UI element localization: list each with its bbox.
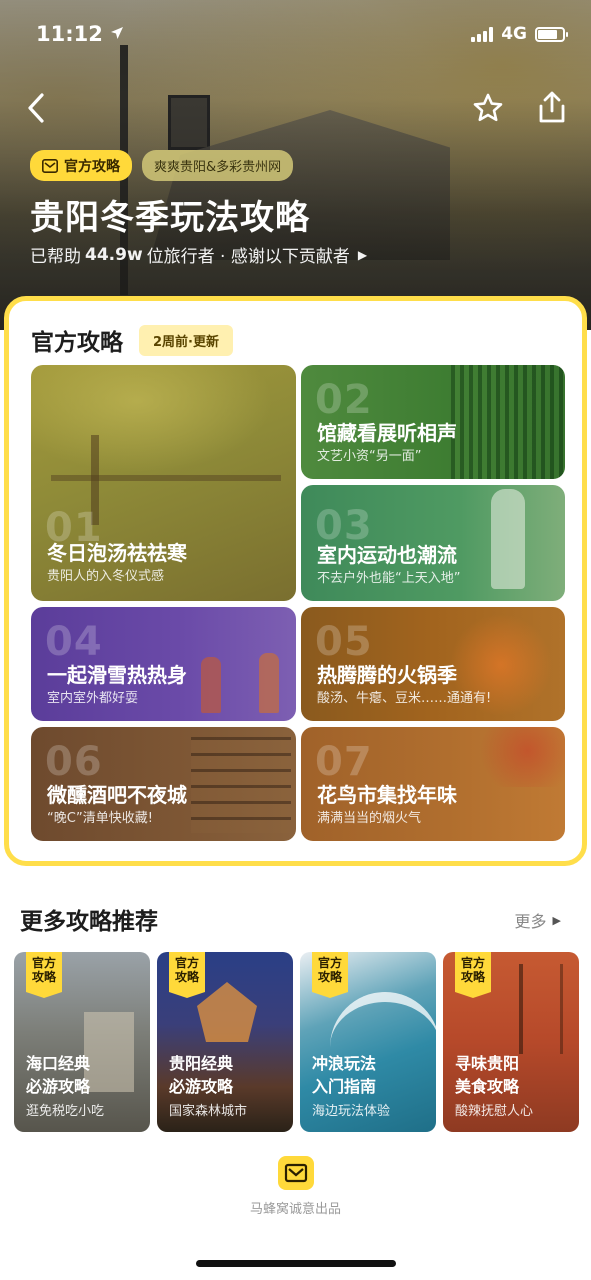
rec-title-line1: 寻味贵阳 [455, 1054, 520, 1073]
rec-title: 冲浪玩法 入门指南 [312, 1052, 432, 1098]
tile-title: 热腾腾的火锅季 [317, 663, 457, 687]
official-badge: 官方 攻略 [169, 952, 205, 998]
tile-subtitle: 满满当当的烟火气 [317, 811, 422, 826]
status-time: 11:12 [36, 22, 124, 46]
guide-tile-hot-spring[interactable]: 01 冬日泡汤祛祛寒 贵阳人的入冬仪式感 [31, 365, 296, 601]
guide-tile-skiing[interactable]: 04 一起滑雪热热身 室内室外都好耍 [31, 607, 296, 721]
tile-subtitle: 酸汤、牛瘪、豆米……通通有! [317, 691, 492, 706]
rec-photo-calligraphy [519, 964, 563, 1054]
tile-subtitle: 文艺小资“另一面” [317, 449, 422, 464]
rec-title-line1: 海口经典 [26, 1054, 91, 1073]
tile-photo-shelves [191, 737, 291, 833]
guide-tile-indoor-sports[interactable]: 03 室内运动也潮流 不去户外也能“上天入地” [301, 485, 565, 601]
guide-title: 官方攻略 [31, 330, 123, 356]
tile-title: 花鸟市集找年味 [317, 783, 457, 807]
guide-tile-flower-market[interactable]: 07 花鸟市集找年味 满满当当的烟火气 [301, 727, 565, 841]
official-guide-card: 官方攻略 2周前·更新 01 冬日泡汤祛祛寒 贵阳人的入冬仪式感 02 馆藏看展… [4, 296, 587, 866]
rec-subtitle: 酸辣抚慰人心 [455, 1104, 534, 1119]
tile-subtitle: 不去户外也能“上天入地” [317, 571, 461, 586]
favorite-button[interactable] [472, 92, 504, 124]
rec-title: 寻味贵阳 美食攻略 [455, 1052, 575, 1098]
signal-icon [471, 26, 494, 42]
tile-photo-skiers-2 [259, 653, 279, 713]
network-label: 4G [501, 24, 527, 44]
rec-subtitle: 逛免税吃小吃 [26, 1104, 105, 1119]
triangle-right-icon: ▶ [357, 247, 368, 262]
rec-title: 贵阳经典 必游攻略 [169, 1052, 289, 1098]
page-title: 贵阳冬季玩法攻略 [30, 198, 310, 238]
status-bar: 11:12 4G [0, 0, 591, 70]
official-guide-tag: 官方攻略 [30, 150, 132, 181]
tile-title: 馆藏看展听相声 [317, 421, 457, 445]
rec-subtitle: 海边玩法体验 [312, 1104, 391, 1119]
rec-photo-wave [330, 992, 436, 1052]
more-link[interactable]: 更多 ▶ [515, 908, 561, 932]
rec-card-surfing[interactable]: 官方 攻略 冲浪玩法 入门指南 海边玩法体验 [300, 952, 436, 1132]
footer-credit: 马蜂窝诚意出品 [249, 1202, 341, 1217]
rec-title-line1: 冲浪玩法 [312, 1054, 377, 1073]
official-badge: 官方 攻略 [455, 952, 491, 998]
rec-title-line2: 美食攻略 [455, 1077, 520, 1096]
rec-photo-pavilion [197, 982, 257, 1042]
tile-photo-trees [31, 365, 296, 485]
guide-tile-museum[interactable]: 02 馆藏看展听相声 文艺小资“另一面” [301, 365, 565, 479]
tile-photo-flowers [471, 727, 565, 787]
rec-card-guiyang[interactable]: 官方 攻略 贵阳经典 必游攻略 国家森林城市 [157, 952, 293, 1132]
tile-title: 微醺酒吧不夜城 [47, 783, 187, 807]
rec-title: 海口经典 必游攻略 [26, 1052, 146, 1098]
location-arrow-icon [111, 27, 124, 39]
tile-title: 一起滑雪热热身 [47, 663, 187, 687]
guide-tile-bar[interactable]: 06 微醺酒吧不夜城 “晚C”清单快收藏! [31, 727, 296, 841]
helped-suffix: 位旅行者 · 感谢以下贡献者 [146, 247, 350, 267]
tile-subtitle: 贵阳人的入冬仪式感 [47, 569, 165, 584]
tile-photo-curtain [451, 365, 565, 479]
more-section-title: 更多攻略推荐 [20, 909, 158, 935]
logo-glyph [284, 1163, 308, 1183]
mafengwo-logo-icon [278, 1156, 314, 1190]
rec-card-food[interactable]: 官方 攻略 寻味贵阳 美食攻略 酸辣抚慰人心 [443, 952, 579, 1132]
rec-title-line2: 必游攻略 [169, 1077, 234, 1096]
home-indicator[interactable] [196, 1260, 396, 1267]
share-icon [539, 91, 565, 123]
helped-prefix: 已帮助 [30, 247, 81, 267]
official-badge: 官方 攻略 [26, 952, 62, 998]
guide-header: 官方攻略 2周前·更新 [31, 323, 233, 357]
mafengwo-logo-icon [42, 158, 58, 173]
back-button[interactable] [22, 90, 52, 126]
triangle-right-icon: ▶ [552, 913, 561, 927]
share-button[interactable] [536, 90, 568, 124]
contributors-link[interactable]: 已帮助 44.9w 位旅行者 · 感谢以下贡献者 ▶ [30, 242, 368, 268]
update-badge: 2周前·更新 [139, 324, 233, 356]
star-icon [473, 93, 503, 122]
tile-subtitle: 室内室外都好耍 [47, 691, 139, 706]
tile-photo-golfer [491, 489, 525, 589]
chevron-left-icon [28, 93, 44, 123]
tile-title: 冬日泡汤祛祛寒 [47, 541, 187, 565]
tile-title: 室内运动也潮流 [317, 543, 457, 567]
rec-subtitle: 国家森林城市 [169, 1104, 248, 1119]
official-badge: 官方 攻略 [312, 952, 348, 998]
rec-title-line2: 入门指南 [312, 1077, 377, 1096]
rec-title-line2: 必游攻略 [26, 1077, 91, 1096]
rec-title-line1: 贵阳经典 [169, 1054, 234, 1073]
tile-photo-skiers [201, 657, 221, 713]
tile-subtitle: “晚C”清单快收藏! [47, 811, 153, 826]
official-tag-label: 官方攻略 [64, 158, 120, 175]
rec-card-haikou[interactable]: 官方 攻略 海口经典 必游攻略 逛免税吃小吃 [14, 952, 150, 1132]
partner-tag[interactable]: 爽爽贵阳&多彩贵州网 [142, 150, 294, 181]
status-indicators: 4G [471, 24, 568, 44]
recommendation-carousel[interactable]: 官方 攻略 海口经典 必游攻略 逛免税吃小吃 官方 攻略 贵阳经典 必游攻略 国家森… [14, 952, 591, 1134]
status-time-text: 11:12 [36, 22, 103, 46]
helped-count: 44.9w [85, 244, 143, 265]
guide-tile-hotpot[interactable]: 05 热腾腾的火锅季 酸汤、牛瘪、豆米……通通有! [301, 607, 565, 721]
tile-photo-fence-rail [51, 475, 281, 481]
hero-tags: 官方攻略 爽爽贵阳&多彩贵州网 [30, 150, 294, 181]
more-link-label: 更多 [514, 912, 547, 931]
battery-icon [535, 26, 568, 42]
